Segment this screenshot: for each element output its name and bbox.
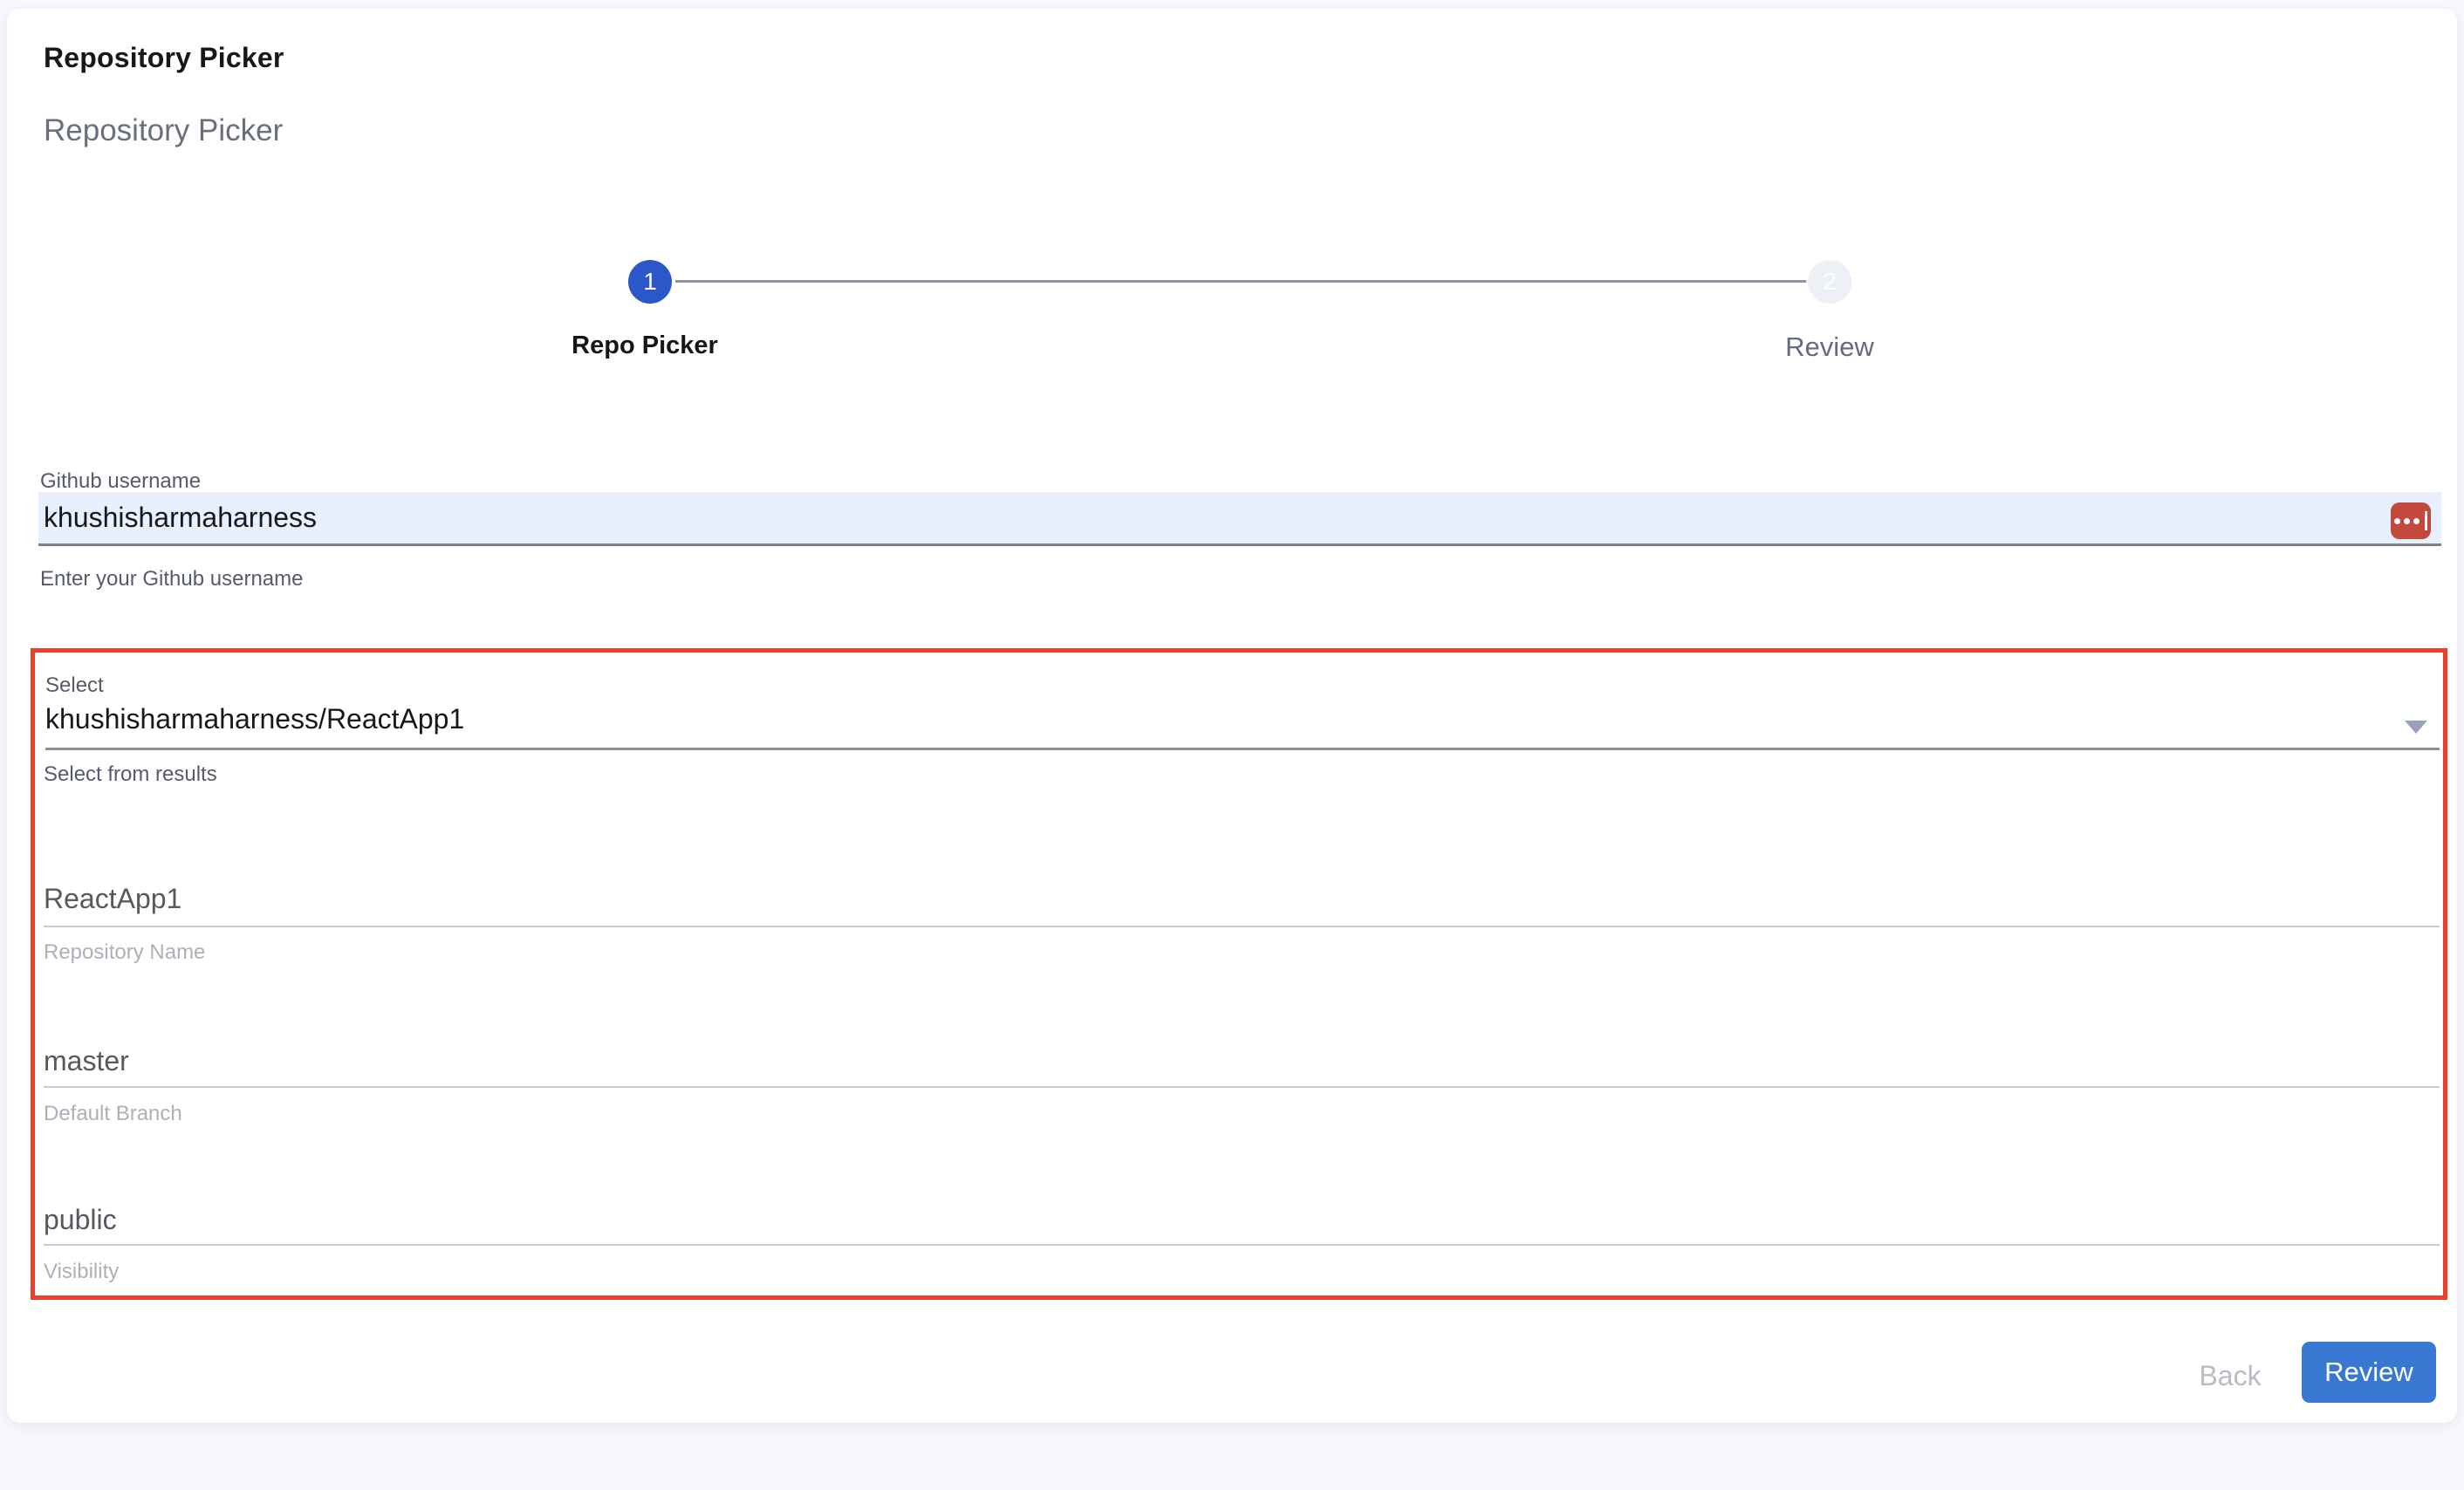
- default-branch-value[interactable]: master: [44, 1045, 2312, 1077]
- lastpass-cursor-bar: [2425, 511, 2427, 530]
- repository-name-value[interactable]: ReactApp1: [44, 883, 2312, 915]
- repository-name-underline: [44, 926, 2440, 927]
- lastpass-dot: [2394, 518, 2400, 524]
- repo-select-label: Select: [45, 673, 104, 698]
- lastpass-dot: [2413, 518, 2420, 524]
- page-title: Repository Picker: [44, 42, 284, 74]
- repo-select-dropdown[interactable]: khushisharmaharness/ReactApp1: [45, 703, 2314, 735]
- stepper-connector: [675, 280, 1806, 283]
- lastpass-dot: [2404, 518, 2410, 524]
- visibility-value[interactable]: public: [44, 1204, 2312, 1236]
- review-button[interactable]: Review: [2302, 1342, 2436, 1403]
- page-subtitle: Repository Picker: [44, 113, 283, 148]
- default-branch-label: Default Branch: [44, 1102, 182, 1126]
- visibility-label: Visibility: [44, 1260, 119, 1284]
- step-2-label: Review: [1655, 331, 2004, 363]
- repo-select-helper: Select from results: [44, 762, 217, 787]
- step-1-label: Repo Picker: [470, 331, 819, 360]
- default-branch-underline: [44, 1086, 2440, 1088]
- repository-picker-card: Repository Picker Repository Picker 1 2 …: [7, 9, 2457, 1423]
- back-button[interactable]: Back: [2169, 1352, 2291, 1399]
- repo-result-highlight-box: [31, 648, 2447, 1300]
- step-2-indicator[interactable]: 2: [1808, 260, 1851, 304]
- github-username-label: Github username: [40, 469, 201, 494]
- chevron-down-icon[interactable]: [2405, 721, 2427, 734]
- github-username-helper: Enter your Github username: [40, 567, 304, 591]
- step-1-indicator[interactable]: 1: [628, 260, 672, 304]
- step-1-number: 1: [643, 268, 657, 296]
- repository-name-label: Repository Name: [44, 940, 205, 965]
- lastpass-icon[interactable]: [2391, 502, 2431, 539]
- step-2-number: 2: [1823, 268, 1837, 296]
- repo-select-underline: [45, 748, 2440, 750]
- github-username-input[interactable]: [38, 492, 2441, 546]
- visibility-underline: [44, 1244, 2440, 1246]
